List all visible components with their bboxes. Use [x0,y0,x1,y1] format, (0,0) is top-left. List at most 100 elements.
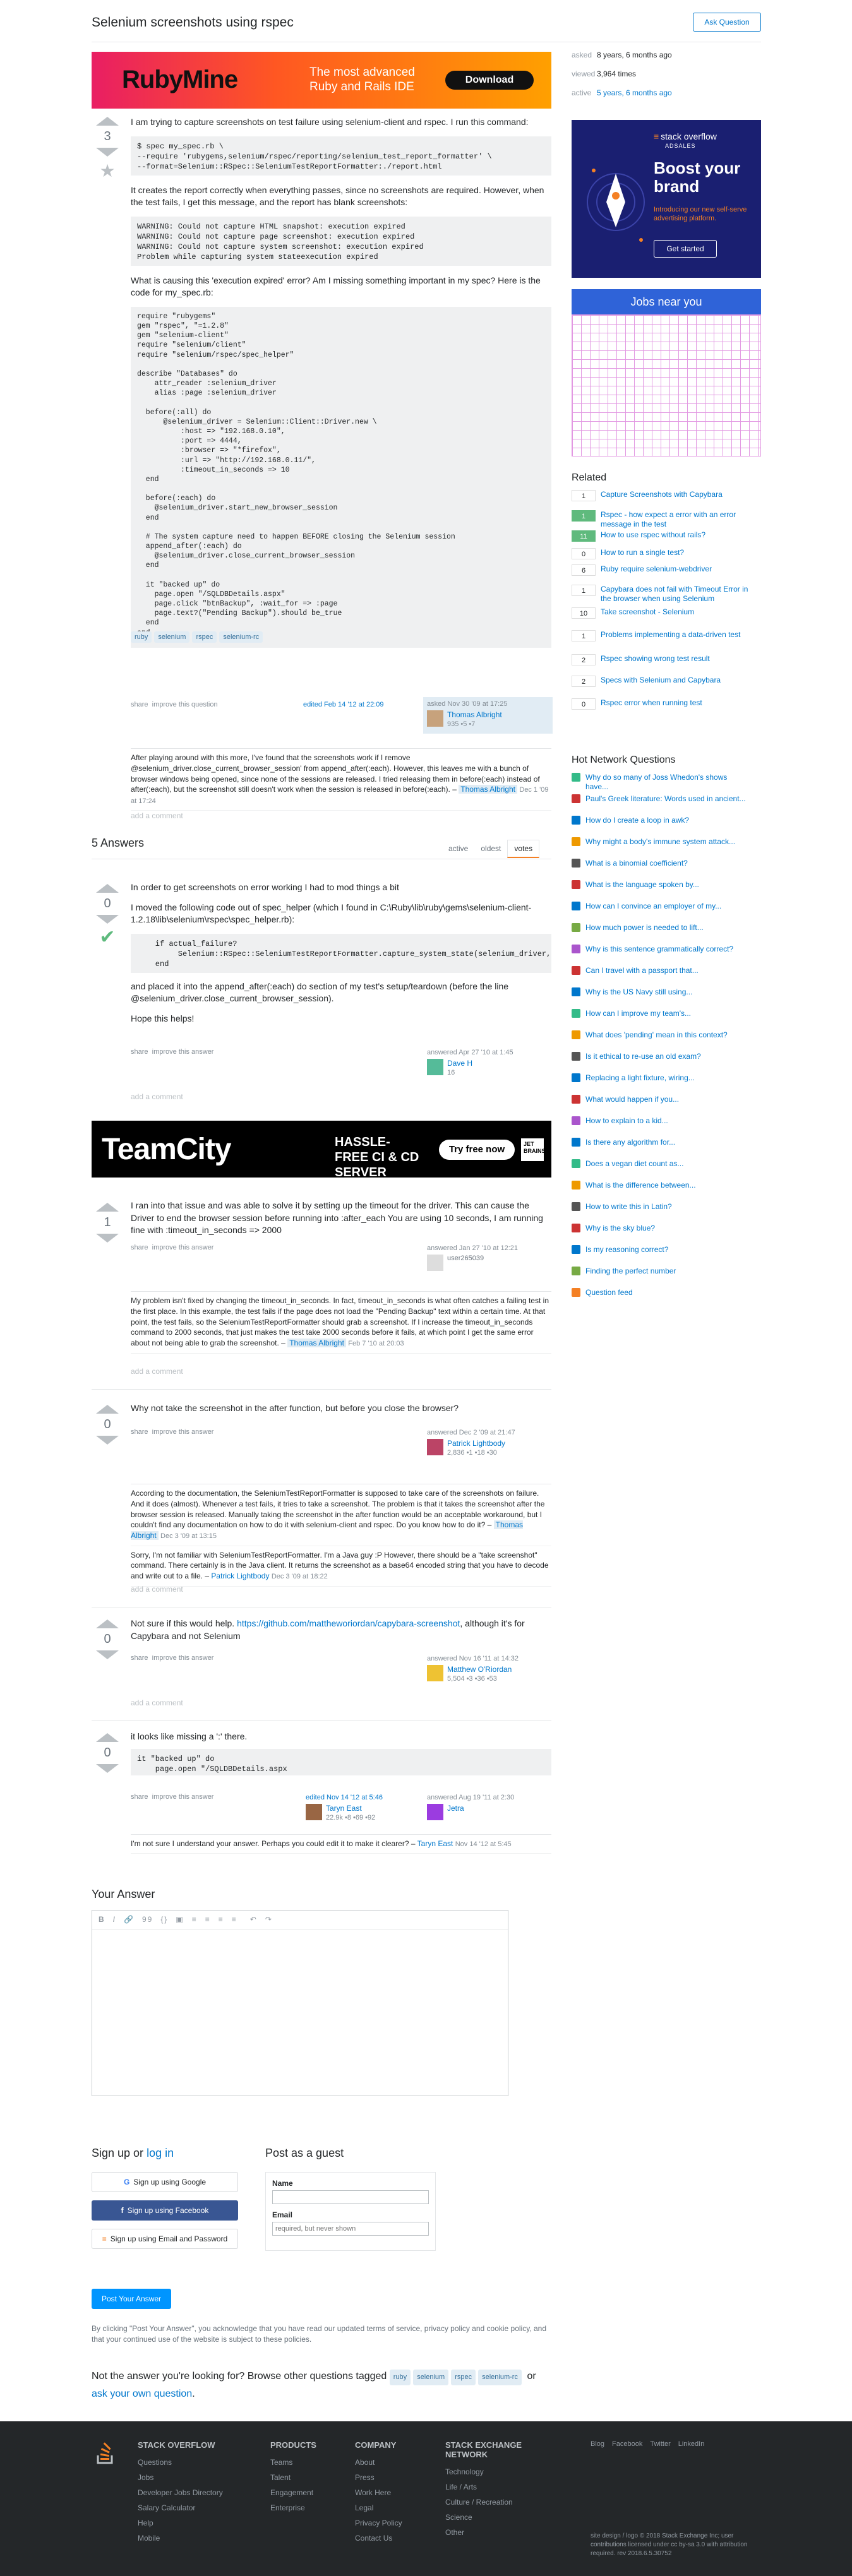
bold-icon[interactable]: B [99,1915,105,1924]
hnq-item[interactable]: How to explain to a kid... [572,1116,755,1126]
upvote-icon[interactable] [96,1619,119,1628]
hnq-item[interactable]: Paul's Greek literature: Words used in a… [572,794,755,804]
related-item[interactable]: 1 Problems implementing a data-driven tes… [572,630,755,641]
footer-link[interactable]: Life / Arts [445,2479,534,2495]
hnq-question-link[interactable]: What is a binomial coefficient? [585,859,750,868]
avatar[interactable] [427,710,443,727]
share-link[interactable]: share [131,1793,148,1801]
footer-link[interactable]: Mobile [138,2531,239,2546]
avatar[interactable] [306,1804,322,1820]
hnq-item[interactable]: Replacing a light fixture, wiring... [572,1073,755,1083]
answer-link[interactable]: https://github.com/mattheworiordan/capyb… [237,1618,460,1628]
related-item[interactable]: 1 Capture Screenshots with Capybara [572,490,755,501]
so-footer-logo-icon[interactable] [96,2440,115,2464]
related-question-link[interactable]: Capybara does not fail with Timeout Erro… [601,585,752,604]
hnq-item[interactable]: Why do so many of Joss Whedon's shows ha… [572,773,755,792]
related-question-link[interactable]: Specs with Selenium and Capybara [601,676,752,685]
ad-try-button[interactable]: Try free now [439,1140,515,1160]
undo-icon[interactable]: ↶ [250,1915,258,1924]
name-input[interactable] [272,2190,429,2204]
downvote-icon[interactable] [96,1764,119,1773]
facebook-signup-button[interactable]: f Sign up using Facebook [92,2200,238,2221]
hnq-question-link[interactable]: What does 'pending' mean in this context… [585,1030,750,1040]
teamcity-ad[interactable]: TeamCity HASSLE-FREE CI & CD SERVER Try … [92,1121,551,1179]
hnq-question-link[interactable]: Finding the perfect number [585,1267,750,1276]
bullet-list-icon[interactable]: ≡ [205,1915,211,1924]
hnq-question-link[interactable]: What is the difference between... [585,1181,750,1190]
hnq-question-link[interactable]: Is my reasoning correct? [585,1245,750,1255]
related-question-link[interactable]: Capture Screenshots with Capybara [601,490,752,499]
link-icon[interactable]: 🔗 [124,1915,135,1924]
social-link[interactable]: Twitter [650,2440,670,2448]
login-link[interactable]: log in [147,2147,174,2159]
tag[interactable]: selenium [154,631,190,643]
downvote-icon[interactable] [96,1650,119,1659]
footer-link[interactable]: Teams [270,2455,346,2470]
upvote-icon[interactable] [96,884,119,893]
add-comment-link[interactable]: add a comment [131,1585,183,1594]
related-item[interactable]: 11 How to use rspec without rails? [572,530,755,542]
rubymine-ad[interactable]: RubyMine The most advanced Ruby and Rail… [92,52,551,109]
hnq-item[interactable]: Why might a body's immune system attack.… [572,837,755,847]
related-question-link[interactable]: Ruby require selenium-webdriver [601,564,752,574]
question-title[interactable]: Selenium screenshots using rspec [92,15,294,30]
footer-link[interactable]: Developer Jobs Directory [138,2485,239,2500]
jobs-list-placeholder[interactable] [572,314,761,456]
footer-link[interactable]: About [355,2455,431,2470]
related-item[interactable]: 1 Rspec - how expect a error with an erro… [572,510,755,529]
tag[interactable]: rspec [451,2370,476,2385]
hnq-question-link[interactable]: How much power is needed to lift... [585,923,750,933]
footer-link[interactable]: Privacy Policy [355,2515,431,2531]
upvote-icon[interactable] [96,1203,119,1212]
hnq-item[interactable]: Is there any algorithm for... [572,1138,755,1147]
edited-link[interactable]: edited Feb 14 '12 at 22:09 [303,701,383,708]
downvote-icon[interactable] [96,1436,119,1445]
hnq-item[interactable]: How do I create a loop in awk? [572,816,755,825]
hnq-question-link[interactable]: Why is this sentence grammatically corre… [585,945,750,954]
related-question-link[interactable]: How to use rspec without rails? [601,530,752,540]
related-question-link[interactable]: Take screenshot - Selenium [601,607,752,617]
hnq-question-link[interactable]: How to explain to a kid... [585,1116,750,1126]
user-name[interactable]: Thomas Albright [447,710,502,719]
improve-link[interactable]: improve this question [152,701,218,708]
email-signup-button[interactable]: ≡ Sign up using Email and Password [92,2229,238,2249]
related-item[interactable]: 10 Take screenshot - Selenium [572,607,755,619]
downvote-icon[interactable] [96,915,119,924]
downvote-icon[interactable] [96,1234,119,1243]
hnq-question-link[interactable]: Does a vegan diet count as... [585,1159,750,1169]
edited-date[interactable]: edited Nov 14 '12 at 5:46 [306,1794,412,1801]
redo-icon[interactable]: ↷ [265,1915,273,1924]
add-comment-link[interactable]: add a comment [131,811,183,820]
tag[interactable]: selenium [413,2370,449,2385]
hnq-item[interactable]: Why is the US Navy still using... [572,987,755,997]
related-question-link[interactable]: Rspec showing wrong test result [601,654,752,664]
hnq-item[interactable]: What is the difference between... [572,1181,755,1190]
email-input[interactable] [272,2222,429,2236]
comment-user[interactable]: Thomas Albright [459,785,517,794]
stat-value[interactable]: 5 years, 6 months ago [597,88,672,97]
related-question-link[interactable]: Problems implementing a data-driven test [601,630,752,640]
tag[interactable]: ruby [389,2370,411,2385]
related-item[interactable]: 6 Ruby require selenium-webdriver [572,564,755,576]
upvote-icon[interactable] [96,1405,119,1414]
tab-active[interactable]: active [442,840,474,857]
hnq-item[interactable]: Can I travel with a passport that... [572,966,755,975]
avatar[interactable] [427,1059,443,1075]
tag[interactable]: ruby [131,631,152,643]
hr-icon[interactable]: ≡ [232,1915,237,1924]
footer-link[interactable]: Enterprise [270,2500,346,2515]
hnq-item[interactable]: Is it ethical to re-use an old exam? [572,1052,755,1061]
hnq-item[interactable]: Why is this sentence grammatically corre… [572,945,755,954]
hnq-question-link[interactable]: How to write this in Latin? [585,1202,750,1212]
footer-link[interactable]: Questions [138,2455,239,2470]
comment-user[interactable]: Thomas Albright [287,1339,346,1348]
code-icon[interactable]: {} [160,1915,168,1924]
footer-link[interactable]: Press [355,2470,431,2485]
user-name[interactable]: Patrick Lightbody [447,1439,505,1448]
ad-download-button[interactable]: Download [445,71,534,90]
avatar[interactable] [427,1665,443,1681]
related-question-link[interactable]: Rspec - how expect a error with an error… [601,510,752,529]
related-item[interactable]: 0 Rspec error when running test [572,698,755,710]
hnq-item[interactable]: What is the language spoken by... [572,880,755,890]
social-link[interactable]: Blog [591,2440,604,2448]
